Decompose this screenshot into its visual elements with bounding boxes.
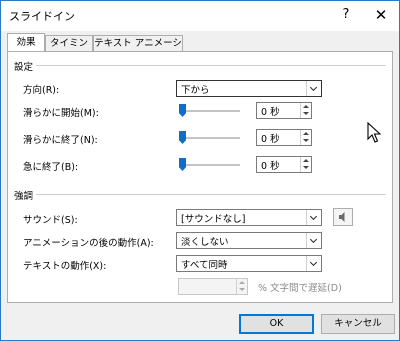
after-animation-value: 淡くしない — [181, 237, 229, 248]
smooth-start-value: 0 秒 — [261, 107, 280, 118]
chevron-down-icon — [309, 258, 318, 267]
settings-section-label: 設定 — [14, 62, 34, 73]
slider-thumb[interactable] — [179, 104, 186, 117]
title-bar: スライドイン ? ✕ — [1, 1, 399, 31]
smooth-start-label: 滑らかに開始(M): — [23, 108, 99, 119]
sound-volume-button[interactable] — [333, 208, 353, 226]
effect-panel: 設定 方向(R): 下から 滑らかに開始(M): 0 秒 滑らかに終了(N): … — [7, 51, 393, 303]
ok-button[interactable]: OK — [239, 314, 314, 334]
chevron-down-icon — [309, 235, 318, 244]
speaker-icon — [339, 212, 345, 222]
close-button[interactable]: ✕ — [369, 5, 393, 25]
after-animation-label: アニメーションの後の動作(A): — [23, 238, 154, 249]
delay-label: % 文字間で遅延(D) — [258, 283, 342, 294]
after-animation-dropdown-arrow[interactable] — [306, 233, 321, 248]
smooth-end-value: 0 秒 — [261, 134, 280, 145]
spin-down-icon[interactable] — [303, 112, 309, 115]
animate-text-label: テキストの動作(X): — [23, 261, 107, 272]
sound-select[interactable]: [サウンドなし] — [176, 209, 322, 226]
slider-track — [180, 164, 240, 166]
smooth-start-slider[interactable] — [178, 103, 242, 119]
direction-value: 下から — [181, 85, 210, 96]
spin-up-icon[interactable] — [303, 105, 309, 108]
dialog-title: スライドイン — [9, 10, 75, 23]
animate-text-select[interactable]: すべて同時 — [176, 255, 322, 272]
spin-up-icon[interactable] — [303, 132, 309, 135]
settings-separator — [36, 65, 386, 66]
bounce-end-value: 0 秒 — [261, 161, 280, 172]
spin-down-icon[interactable] — [303, 139, 309, 142]
spinner-buttons — [300, 157, 311, 172]
enhancements-section-label: 強調 — [14, 191, 34, 202]
spin-down-icon[interactable] — [303, 166, 309, 169]
spin-down-icon[interactable] — [239, 288, 245, 291]
bounce-end-slider[interactable] — [178, 157, 242, 173]
slider-track — [180, 110, 240, 112]
chevron-down-icon — [309, 83, 318, 92]
chevron-down-icon — [309, 212, 318, 221]
help-button[interactable]: ? — [335, 5, 357, 25]
mouse-pointer-icon — [367, 122, 381, 143]
spin-up-icon[interactable] — [239, 281, 245, 284]
smooth-end-label: 滑らかに終了(N): — [23, 135, 98, 146]
enhancements-separator — [36, 194, 386, 195]
direction-label: 方向(R): — [23, 85, 60, 96]
smooth-start-spinner[interactable]: 0 秒 — [256, 102, 312, 119]
spinner-buttons — [236, 279, 247, 294]
slider-track — [180, 137, 240, 139]
animate-text-dropdown-arrow[interactable] — [306, 256, 321, 271]
delay-spinner[interactable] — [178, 278, 248, 295]
spinner-buttons — [300, 130, 311, 145]
slider-thumb[interactable] — [179, 158, 186, 171]
sound-dropdown-arrow[interactable] — [306, 210, 321, 225]
spin-up-icon[interactable] — [303, 159, 309, 162]
direction-dropdown-arrow[interactable] — [306, 81, 321, 96]
spinner-buttons — [300, 103, 311, 118]
cancel-button[interactable]: キャンセル — [321, 314, 395, 334]
tab-effect[interactable]: 効果 — [7, 33, 45, 52]
smooth-end-spinner[interactable]: 0 秒 — [256, 129, 312, 146]
slide-in-dialog: スライドイン ? ✕ 効果 タイミング テキスト アニメーション 設定 方向(R… — [0, 0, 400, 341]
animate-text-value: すべて同時 — [181, 260, 228, 271]
sound-value: [サウンドなし] — [181, 214, 246, 225]
bounce-end-spinner[interactable]: 0 秒 — [256, 156, 312, 173]
after-animation-select[interactable]: 淡くしない — [176, 232, 322, 249]
tab-timing[interactable]: タイミング — [45, 35, 93, 64]
sound-label: サウンド(S): — [23, 215, 78, 226]
slider-thumb[interactable] — [179, 131, 186, 144]
tab-text-animation[interactable]: テキスト アニメーション — [93, 35, 183, 64]
smooth-end-slider[interactable] — [178, 130, 242, 146]
bounce-end-label: 急に終了(B): — [23, 162, 79, 173]
direction-select[interactable]: 下から — [176, 80, 322, 97]
